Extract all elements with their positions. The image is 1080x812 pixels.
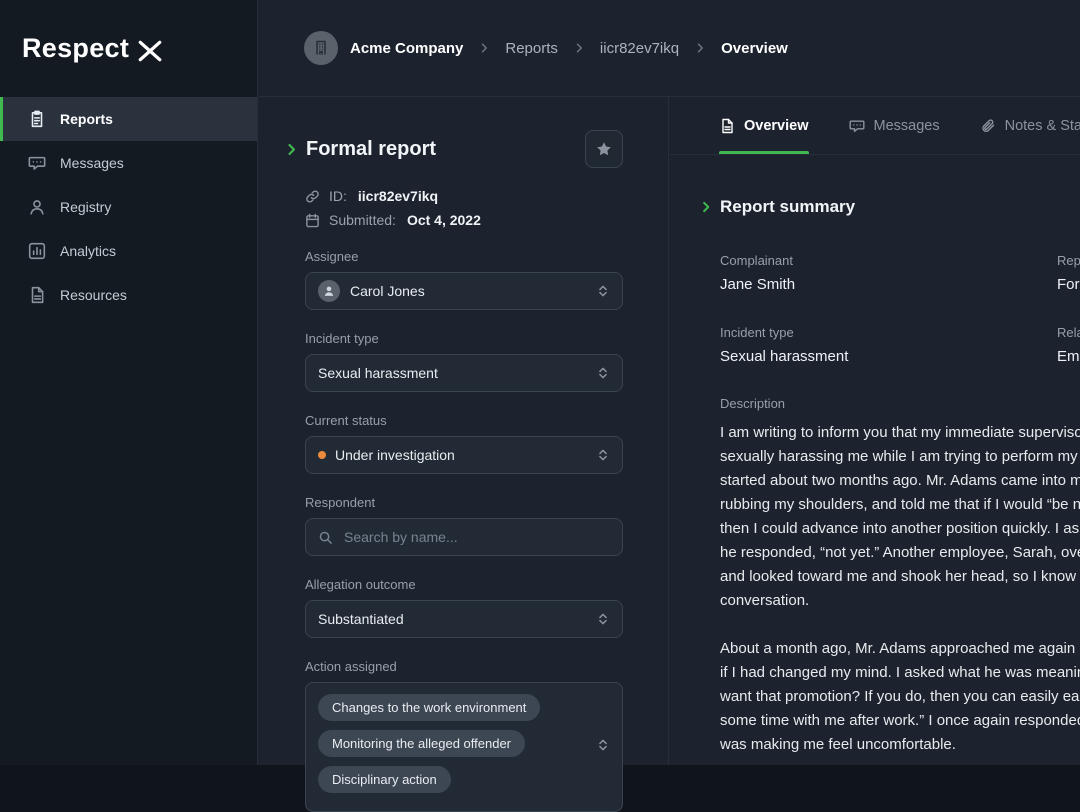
field-complainant: Complainant Jane Smith: [720, 253, 1057, 293]
avatar: [318, 280, 340, 302]
sidebar-item-reports[interactable]: Reports: [0, 97, 257, 141]
analytics-icon: [28, 242, 46, 260]
reports-icon: [28, 110, 46, 128]
breadcrumb-report-id[interactable]: iicr82ev7ikq: [600, 40, 679, 57]
action-chip[interactable]: Changes to the work environment: [318, 694, 540, 721]
sidebar-item-label: Registry: [60, 199, 111, 215]
submitted-value: Oct 4, 2022: [407, 212, 481, 228]
description-paragraph: About a month ago, Mr. Adams approached …: [720, 637, 1080, 757]
action-chip[interactable]: Disciplinary action: [318, 766, 451, 793]
submitted-label: Submitted:: [329, 212, 396, 228]
description-block: Description I am writing to inform you t…: [720, 396, 1080, 757]
field-incident-type: Incident type Sexual harassment: [720, 325, 1057, 365]
action-assigned-multiselect[interactable]: Changes to the work environment Monitori…: [305, 682, 623, 812]
messages-icon: [28, 154, 46, 172]
chevron-up-down-icon: [596, 448, 610, 462]
tab-label: Overview: [744, 118, 809, 134]
sidebar-item-label: Reports: [60, 111, 113, 127]
tab-label: Notes & Statements: [1005, 118, 1080, 134]
chevron-up-down-icon: [596, 612, 610, 626]
report-overview-panel: Overview Messages Notes & Statements: [670, 97, 1080, 765]
report-id-value: iicr82ev7ikq: [358, 188, 438, 204]
breadcrumb-current: Overview: [721, 40, 788, 57]
tab-bar: Overview Messages Notes & Statements: [670, 97, 1080, 155]
respondent-search-input[interactable]: [342, 528, 610, 546]
search-icon: [318, 530, 333, 545]
link-icon: [305, 189, 320, 204]
action-assigned-label: Action assigned: [305, 659, 623, 674]
sidebar-item-label: Analytics: [60, 243, 116, 259]
assignee-label: Assignee: [305, 249, 623, 264]
logo: Respect: [0, 0, 257, 97]
messages-tab-icon: [849, 118, 865, 134]
building-icon: [312, 39, 330, 57]
sidebar: Respect Reports: [0, 0, 258, 765]
allegation-outcome-label: Allegation outcome: [305, 577, 623, 592]
action-chip[interactable]: Monitoring the alleged offender: [318, 730, 525, 757]
section-chevron-icon[interactable]: [700, 201, 712, 213]
allegation-outcome-value: Substantiated: [318, 611, 588, 627]
section-chevron-icon[interactable]: [285, 143, 298, 156]
report-submitted-row: Submitted: Oct 4, 2022: [305, 212, 623, 228]
sidebar-item-registry[interactable]: Registry: [0, 185, 257, 229]
report-id-row: ID: iicr82ev7ikq: [305, 188, 623, 204]
calendar-icon: [305, 213, 320, 228]
breadcrumb-company[interactable]: Acme Company: [350, 40, 463, 57]
summary-fields: Complainant Jane Smith Report type Forma…: [720, 253, 1080, 365]
chevron-up-down-icon: [596, 366, 610, 380]
incident-type-select[interactable]: Sexual harassment: [305, 354, 623, 392]
tab-overview[interactable]: Overview: [719, 97, 809, 154]
chevron-right-icon: [573, 42, 585, 54]
sidebar-item-label: Messages: [60, 155, 124, 171]
brand-name: Respect: [22, 33, 129, 64]
paperclip-icon: [980, 118, 996, 134]
sidebar-item-analytics[interactable]: Analytics: [0, 229, 257, 273]
incident-type-label: Incident type: [305, 331, 623, 346]
chevron-up-down-icon: [596, 284, 610, 298]
sidebar-item-label: Resources: [60, 287, 127, 303]
chevron-up-down-icon: [596, 738, 610, 752]
incident-type-value: Sexual harassment: [318, 365, 588, 381]
chevron-right-icon: [478, 42, 490, 54]
resources-icon: [28, 286, 46, 304]
allegation-outcome-select[interactable]: Substantiated: [305, 600, 623, 638]
sidebar-item-messages[interactable]: Messages: [0, 141, 257, 185]
overview-tab-icon: [719, 118, 735, 134]
registry-icon: [28, 198, 46, 216]
assignee-value: Carol Jones: [350, 283, 588, 299]
tab-notes-statements[interactable]: Notes & Statements: [980, 97, 1080, 154]
respondent-search[interactable]: [305, 518, 623, 556]
brand-x-icon: [137, 39, 163, 63]
company-avatar: [304, 31, 338, 65]
report-title: Formal report: [306, 138, 436, 161]
status-dot-icon: [318, 451, 326, 459]
breadcrumb: Acme Company Reports iicr82ev7ikq Overvi…: [259, 0, 1080, 97]
description-paragraph: I am writing to inform you that my immed…: [720, 421, 1080, 613]
sidebar-item-resources[interactable]: Resources: [0, 273, 257, 317]
current-status-label: Current status: [305, 413, 623, 428]
description-label: Description: [720, 396, 1080, 411]
chevron-right-icon: [694, 42, 706, 54]
field-report-type: Report type Formal: [1057, 253, 1080, 293]
report-detail-panel: Formal report ID: iicr82ev7ikq: [259, 97, 669, 765]
tab-messages[interactable]: Messages: [849, 97, 940, 154]
field-relationship: Relationship Employee: [1057, 325, 1080, 365]
favorite-button[interactable]: [585, 130, 623, 168]
respondent-label: Respondent: [305, 495, 623, 510]
tab-label: Messages: [874, 118, 940, 134]
summary-title: Report summary: [720, 197, 855, 217]
breadcrumb-reports[interactable]: Reports: [505, 40, 558, 57]
assignee-select[interactable]: Carol Jones: [305, 272, 623, 310]
current-status-select[interactable]: Under investigation: [305, 436, 623, 474]
current-status-value: Under investigation: [335, 447, 588, 463]
report-id-label: ID:: [329, 188, 347, 204]
star-icon: [596, 141, 612, 157]
